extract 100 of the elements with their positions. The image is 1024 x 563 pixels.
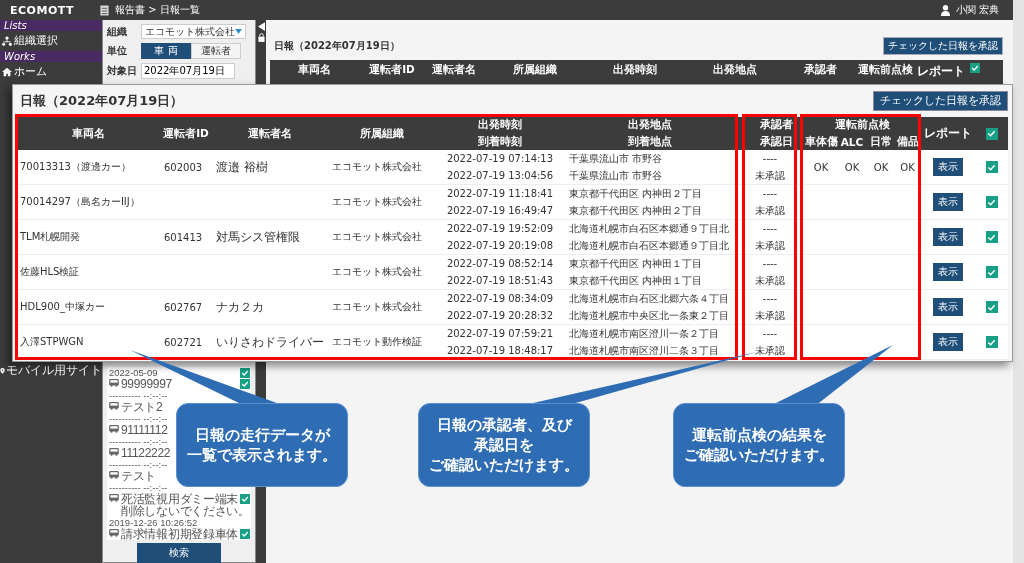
column-header: 出発地点 — [712, 63, 758, 77]
table-cell-text: ---- — [761, 153, 779, 164]
callout-text: ご確認いただけます。 — [684, 446, 834, 465]
section-heading: Works — [0, 51, 102, 62]
column-header: 出発地点 — [627, 118, 673, 132]
vehicle-time: ---------- --:--:-- — [109, 460, 168, 470]
vehicle-time: ---------- --:--:-- — [109, 437, 168, 447]
table-cell-text: 東京都千代田区 内神田１丁目 — [568, 273, 704, 288]
column-header: 承認日 — [759, 134, 794, 149]
table-cell-text: 東京都千代田区 内神田２丁目 — [568, 203, 704, 218]
table-cell-text: 未承認 — [754, 168, 786, 183]
table-cell-text: エコモット動作検証 — [331, 335, 423, 349]
table-cell-text: ナカ２カ — [215, 298, 265, 316]
table-cell-text: 602003 — [163, 161, 204, 173]
table-cell-text: 2022-07-19 16:49:47 — [445, 205, 555, 216]
table-cell-text: 2022-07-19 19:52:09 — [445, 223, 555, 234]
table-cell-text: 2022-07-19 11:18:41 — [445, 188, 555, 199]
column-header: 運転者ID — [368, 63, 416, 77]
logo: ECOMOTT — [10, 3, 75, 17]
column-header: 到着時刻 — [477, 134, 523, 149]
callout-text: 一覧で表示されます。 — [187, 446, 337, 465]
section-heading: Lists — [0, 20, 102, 31]
table-cell-text: 602721 — [163, 336, 204, 348]
vehicle-time: 2022-05-09 — [109, 368, 158, 378]
callout-text: 日報の走行データが — [194, 426, 330, 445]
column-header: 到着地点 — [627, 134, 673, 149]
table-cell-text: 2022-07-19 18:51:43 — [445, 275, 555, 286]
vehicle-time: ---------- --:--:-- — [109, 391, 168, 401]
table-cell-text: 70014297（島名カーIIJ） — [19, 195, 141, 209]
table-cell-text: 北海道札幌市白石区本郷通９丁目北 — [568, 238, 730, 253]
table-cell-text: 2022-07-19 13:04:56 — [445, 170, 555, 181]
table-cell-text: ---- — [761, 223, 779, 234]
table-cell-text: 2022-07-19 18:48:17 — [445, 345, 555, 356]
table-cell-text: 北海道札幌市白石区北郷六条４丁目 — [568, 291, 730, 306]
table-cell-text: 千葉県流山市 市野谷 — [568, 151, 664, 166]
column-header: ALC — [839, 135, 865, 148]
table-cell-text: 2022-07-19 08:34:09 — [445, 293, 555, 304]
table-cell-text: 未承認 — [754, 343, 786, 358]
column-header: 車両名 — [70, 126, 106, 141]
table-cell-text: いりさわドライバー — [215, 333, 325, 351]
table-cell-text: ---- — [761, 188, 779, 199]
table-cell-text: 渡邉 裕樹 — [215, 158, 269, 176]
column-header: 車体傷 — [805, 134, 837, 149]
column-header: 備品 — [895, 134, 920, 149]
table-cell-text: 2022-07-19 07:59:21 — [445, 328, 555, 339]
column-header: レポート — [917, 63, 963, 80]
table-cell-text: 北海道札幌市南区澄川二条３丁目 — [568, 343, 720, 358]
column-header: 運転前点検 — [856, 63, 914, 77]
table-cell-text: OK — [899, 161, 916, 173]
column-header: 所属組織 — [512, 63, 558, 77]
report-title: 日報（2022年07月19日） — [274, 39, 400, 53]
table-cell-text: 北海道札幌市中央区北一条東２丁目 — [568, 308, 730, 323]
table-cell-text: TLM札幌開発 — [19, 230, 82, 244]
vehicle-name: テスト — [121, 470, 157, 482]
table-cell-text: 対馬シス管権限 — [215, 228, 301, 246]
table-cell-text: OK — [812, 161, 830, 173]
vehicle-time: ---------- --:--:-- — [109, 483, 168, 493]
column-header: 承認者 — [759, 118, 794, 132]
table-cell-text: 2022-07-19 07:14:13 — [445, 153, 555, 164]
table-cell-text: 北海道札幌市白石区本郷通９丁目北 — [568, 221, 730, 236]
vehicle-name: 91111112 — [121, 424, 168, 436]
table-cell-text: 未承認 — [754, 203, 786, 218]
table-cell-text: 北海道札幌市南区澄川一条２丁目 — [568, 326, 720, 341]
table-cell-text: 未承認 — [754, 308, 786, 323]
vehicle-name: 請求情報初期登録車体 — [121, 528, 238, 540]
table-cell-text: 2022-07-19 20:19:08 — [445, 240, 555, 251]
vehicle-name: テスト2 — [121, 401, 163, 413]
vehicle-name: 死活監視用ダミー端末 — [121, 493, 238, 505]
field-label: 組織 — [107, 24, 128, 39]
callout-text: 承認日を — [474, 436, 534, 455]
column-header: 所属組織 — [358, 126, 405, 141]
column-header: 運転前点検 — [834, 118, 891, 132]
table-cell-text: 入澤STPWGN — [19, 335, 85, 349]
vehicle-time: ---------- --:--:-- — [109, 414, 168, 424]
column-header: 運転者名 — [247, 126, 293, 141]
column-header: 運転者ID — [162, 126, 210, 141]
table-cell-text: エコモット株式会社 — [331, 230, 423, 244]
table-cell-text: 未承認 — [754, 238, 786, 253]
table-cell-text: 未承認 — [754, 273, 786, 288]
table-cell-text: エコモット株式会社 — [331, 265, 423, 279]
table-cell-text: OK — [843, 161, 861, 173]
table-cell-text: 千葉県流山市 市野谷 — [568, 168, 664, 183]
table-cell-text: HDL900_中塚カー — [19, 300, 106, 314]
field-label: 単位 — [107, 44, 128, 58]
column-header: 承認者 — [802, 63, 838, 77]
table-cell-text: 70013313（渡邊カー） — [19, 160, 132, 174]
table-cell-text: 東京都千代田区 内神田１丁目 — [568, 256, 704, 271]
column-header: 出発時刻 — [612, 63, 658, 77]
column-header: 日常 — [869, 134, 893, 149]
vehicle-name: 99999997 — [121, 378, 172, 390]
table-cell-text: 601413 — [163, 231, 204, 243]
callout-text: 日報の承認者、及び — [436, 416, 572, 435]
table-cell-text: エコモット株式会社 — [331, 195, 423, 209]
field-label: 対象日 — [107, 64, 138, 78]
column-header: 出発時刻 — [477, 118, 523, 132]
callout-text: ご確認いただけます。 — [429, 456, 579, 475]
column-header: レポート — [922, 125, 973, 142]
table-cell-text: エコモット株式会社 — [331, 300, 423, 314]
table-cell-text: ---- — [761, 258, 779, 269]
vehicle-name: 削除しないでください。 — [121, 505, 250, 517]
